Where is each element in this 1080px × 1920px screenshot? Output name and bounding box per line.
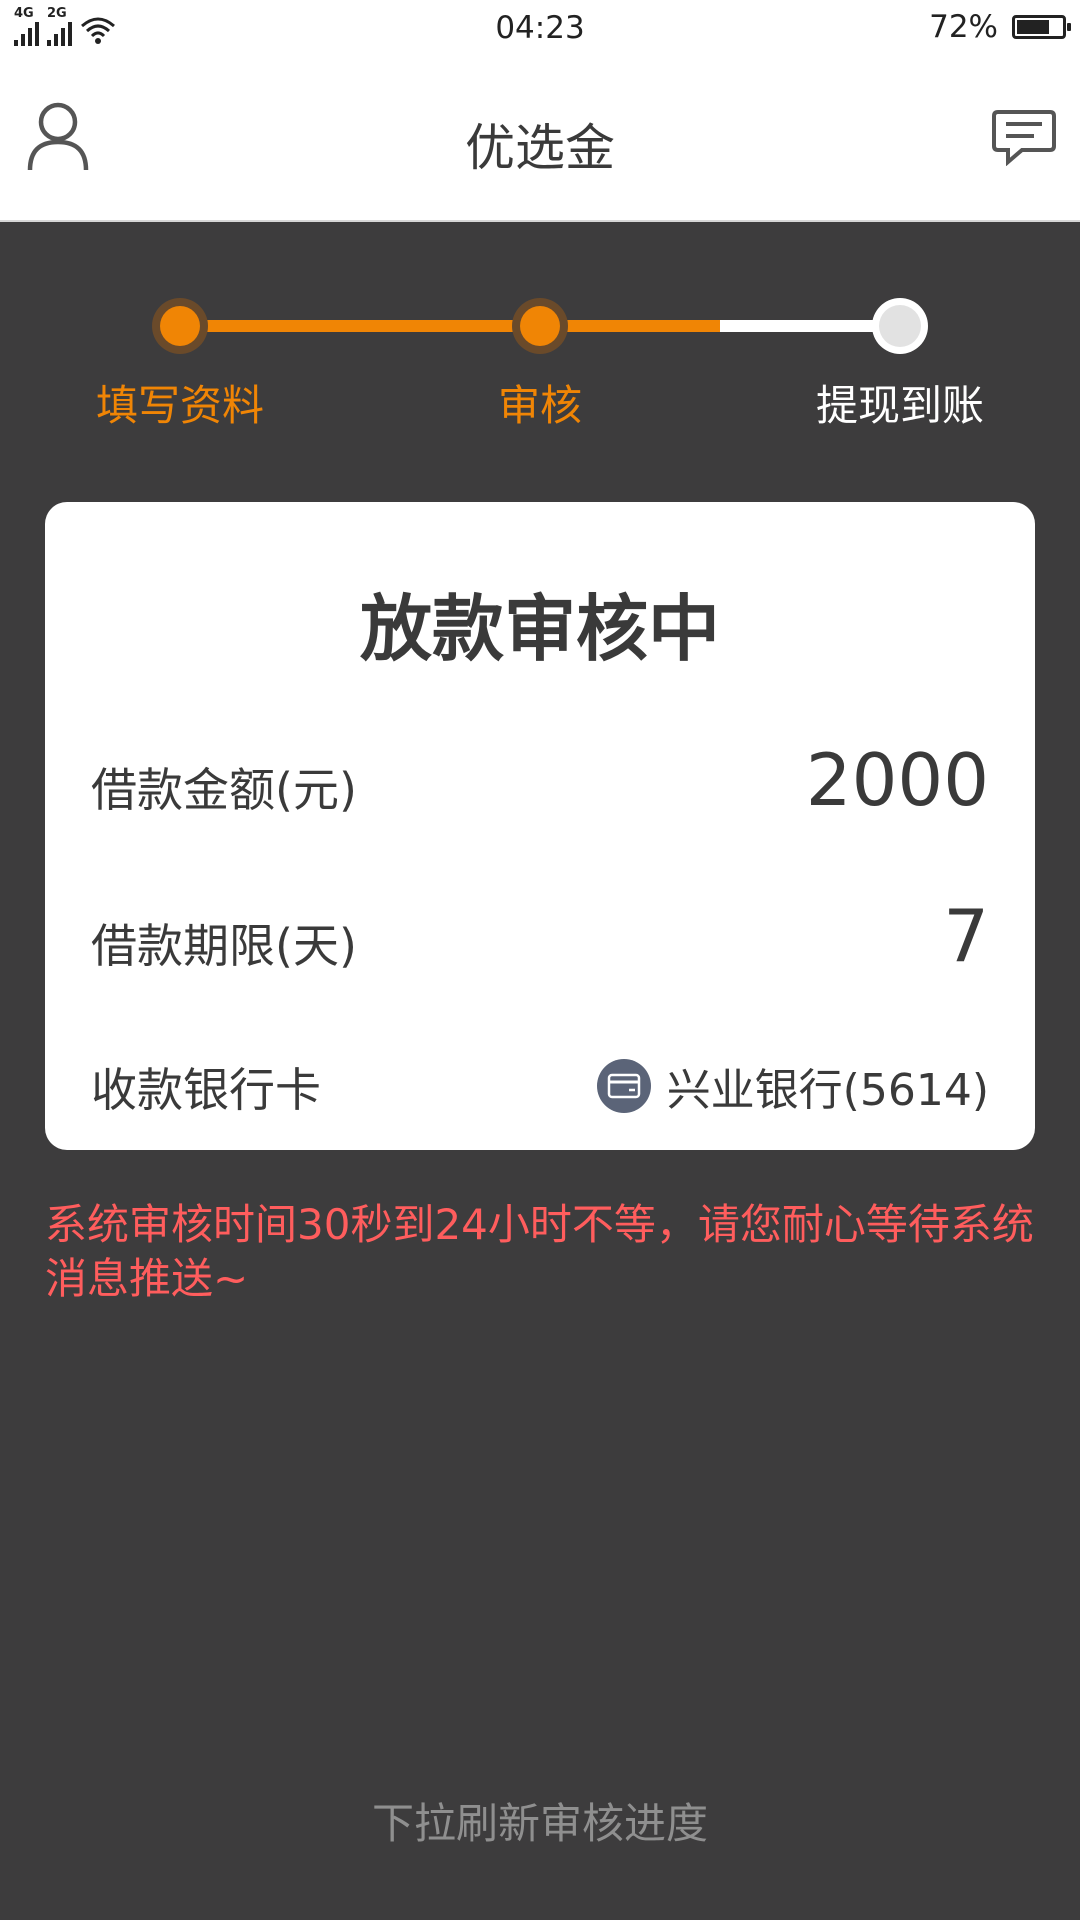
loan-amount-row: 借款金额(元) 2000 (91, 734, 989, 824)
review-notice: 系统审核时间30秒到24小时不等，请您耐心等待系统消息推送~ (45, 1200, 1034, 1303)
clock: 04:23 (495, 10, 585, 46)
progress-line-done (180, 320, 540, 332)
loan-status-title: 放款审核中 (359, 587, 720, 671)
loan-term-label: 借款期限(天) (91, 919, 357, 973)
battery-icon (1012, 15, 1071, 39)
app-header: 优选金 (0, 56, 1080, 222)
message-icon (992, 110, 1056, 167)
bank-card-name: 兴业银行(5614) (666, 1065, 989, 1116)
loan-amount-label: 借款金额(元) (91, 763, 357, 817)
step-3-label: 提现到账 (815, 381, 984, 430)
step-1-label: 填写资料 (95, 381, 264, 430)
step-2-dot (512, 298, 568, 354)
loan-term-row: 借款期限(天) 7 (91, 890, 989, 980)
loan-amount-value: 2000 (805, 738, 989, 822)
messages-button[interactable] (992, 108, 1060, 170)
bank-card-label: 收款银行卡 (91, 1063, 321, 1117)
battery-percent: 72% (929, 9, 998, 45)
bank-card-icon (596, 1059, 651, 1113)
bank-card-row: 收款银行卡 兴业银行(5614) (91, 1042, 989, 1122)
page-title: 优选金 (465, 119, 615, 177)
step-3-dot (872, 298, 928, 354)
step-2-label: 审核 (497, 381, 582, 430)
step-1-dot (152, 298, 208, 354)
pull-to-refresh-hint: 下拉刷新审核进度 (371, 1799, 708, 1848)
loan-term-value: 7 (943, 894, 989, 978)
progress-stepper: 填写资料 审核 提现到账 (0, 222, 1080, 462)
loan-status-card: 放款审核中 借款金额(元) 2000 借款期限(天) 7 收款银行卡 兴业银行(… (45, 502, 1035, 1150)
bank-card-value: 兴业银行(5614) (596, 1054, 989, 1118)
status-bar: 4G 2G 04:23 72% (0, 0, 1080, 56)
